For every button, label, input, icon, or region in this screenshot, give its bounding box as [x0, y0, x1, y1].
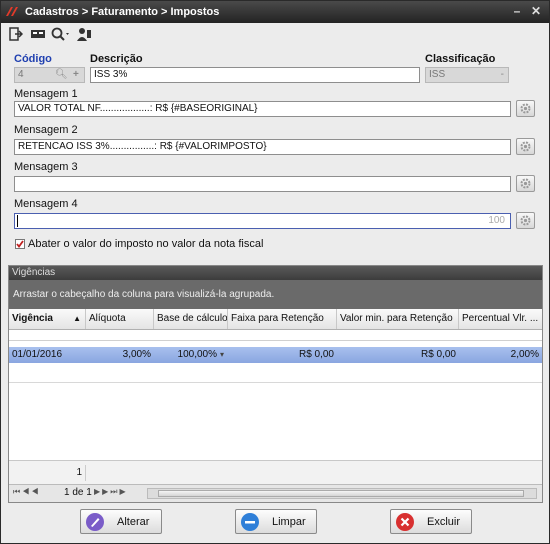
column-header-aliquota[interactable]: Alíquota: [86, 309, 154, 329]
vigencias-panel: Vigências Arrastar o cabeçalho da coluna…: [8, 265, 543, 503]
alterar-button[interactable]: Alterar: [80, 509, 162, 534]
exit-icon[interactable]: [9, 26, 23, 42]
codigo-add-icon[interactable]: +: [73, 68, 79, 82]
grid-footer: 1: [9, 460, 542, 484]
users-icon[interactable]: [76, 26, 92, 42]
gear-icon: [520, 178, 531, 189]
delete-icon: [396, 513, 414, 531]
chevron-down-icon: -: [500, 69, 504, 80]
pager-next-last-icons[interactable]: ▶▶⏭▶: [94, 487, 128, 497]
abater-checkbox[interactable]: [15, 239, 25, 249]
close-icon[interactable]: ✕: [529, 4, 543, 18]
codigo-search-icon[interactable]: 🔍︎: [55, 68, 68, 82]
cell-percentual: 2,00%: [510, 349, 539, 360]
mensagem4-input[interactable]: 100: [14, 213, 511, 229]
check-icon: [16, 240, 24, 248]
mensagem3-label: Mensagem 3: [14, 161, 78, 173]
footer-count: 1: [9, 465, 86, 481]
cell-faixa: R$ 0,00: [298, 349, 334, 360]
classificacao-value: ISS: [429, 69, 446, 80]
mensagem2-input[interactable]: RETENCAO ISS 3%................: R$ {#VA…: [14, 139, 511, 155]
column-header-label: Vigência: [12, 313, 53, 324]
mensagem1-gear-button[interactable]: [516, 100, 535, 117]
pager-first-prev-icons[interactable]: ⏮◀◀: [13, 487, 40, 497]
classificacao-label: Classificação: [425, 53, 496, 65]
descricao-input[interactable]: ISS 3%: [90, 67, 420, 83]
clear-icon: [241, 513, 259, 531]
mensagem4-char-counter: 100: [488, 215, 505, 226]
minimize-icon[interactable]: –: [510, 4, 524, 18]
edit-icon: [86, 513, 104, 531]
gear-icon: [520, 103, 531, 114]
excluir-button[interactable]: Excluir: [390, 509, 472, 534]
row-dropdown-icon[interactable]: ▾: [220, 347, 224, 363]
toolbar: [1, 23, 549, 45]
column-header-vigencia[interactable]: Vigência ▲: [9, 309, 86, 329]
group-by-panel[interactable]: Arrastar o cabeçalho da coluna para visu…: [9, 280, 542, 309]
mensagem3-gear-button[interactable]: [516, 175, 535, 192]
mensagem2-label: Mensagem 2: [14, 124, 78, 136]
mensagem4-label: Mensagem 4: [14, 198, 78, 210]
column-header-valor-min[interactable]: Valor min. para Retenção: [337, 309, 459, 329]
cell-aliquota: 3,00%: [122, 349, 151, 360]
impostos-window: Cadastros > Faturamento > Impostos – ✕ C…: [0, 0, 550, 544]
cell-valor-min: R$ 0,00: [420, 349, 456, 360]
mensagem1-label: Mensagem 1: [14, 88, 78, 100]
pager-position: 1 de 1: [64, 487, 92, 498]
grid-header: Vigência ▲ Alíquota Base de cálculo Faix…: [9, 309, 542, 330]
descricao-label: Descrição: [90, 53, 143, 65]
codigo-value: 4: [18, 69, 24, 80]
codigo-label: Código: [14, 53, 52, 65]
cell-base: 100,00%: [177, 349, 217, 360]
mensagem1-input[interactable]: VALOR TOTAL NF..................: R$ {#B…: [14, 101, 511, 117]
column-header-base[interactable]: Base de cálculo: [154, 309, 228, 329]
excluir-label: Excluir: [427, 516, 461, 528]
classificacao-select[interactable]: ISS -: [425, 67, 509, 83]
pager: ⏮◀◀ 1 de 1 ▶▶⏭▶: [9, 484, 542, 502]
filter-row-divider: [9, 340, 542, 341]
scrollbar-thumb[interactable]: [158, 490, 524, 497]
limpar-label: Limpar: [272, 516, 306, 528]
gear-icon: [520, 141, 531, 152]
horizontal-scrollbar[interactable]: [147, 488, 537, 499]
limpar-button[interactable]: Limpar: [235, 509, 317, 534]
table-row[interactable]: 01/01/2016 3,00% 100,00% ▾ R$ 0,00 R$ 0,…: [9, 347, 542, 363]
gear-icon: [520, 215, 531, 226]
report-icon[interactable]: [30, 26, 46, 42]
title-bar: Cadastros > Faturamento > Impostos – ✕: [1, 1, 549, 23]
column-header-faixa[interactable]: Faixa para Retenção: [228, 309, 337, 329]
cell-vigencia: 01/01/2016: [12, 349, 63, 360]
mensagem3-input[interactable]: [14, 176, 511, 192]
column-header-percentual[interactable]: Percentual Vlr. ...: [459, 309, 542, 329]
alterar-label: Alterar: [117, 516, 150, 528]
text-cursor: [17, 215, 18, 227]
search-icon[interactable]: [50, 26, 72, 42]
mensagem4-gear-button[interactable]: [516, 212, 535, 229]
grid-rows-divider: [9, 382, 542, 383]
codigo-field[interactable]: 4 🔍︎ +: [14, 67, 85, 83]
window-title: Cadastros > Faturamento > Impostos: [25, 6, 220, 18]
vigencias-title: Vigências: [9, 266, 542, 280]
mensagem2-gear-button[interactable]: [516, 138, 535, 155]
abater-label: Abater o valor do imposto no valor da no…: [28, 238, 264, 250]
app-logo-icon: [6, 7, 18, 16]
sort-asc-icon: ▲: [73, 314, 81, 323]
